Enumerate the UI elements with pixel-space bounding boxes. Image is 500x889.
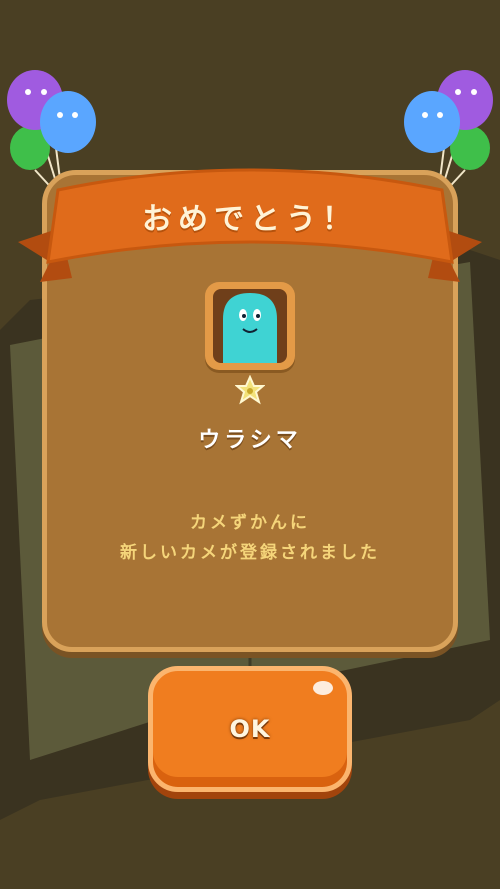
message-line-1: カメずかんに <box>190 513 310 533</box>
ok-button[interactable]: OK <box>148 666 352 792</box>
button-shine <box>313 681 333 695</box>
ok-button-label: OK <box>229 715 271 743</box>
character-portrait <box>205 282 295 370</box>
star-icon <box>235 375 265 405</box>
turtle-character-icon <box>223 293 277 363</box>
turtle-name: ウラシマ <box>198 428 302 453</box>
message-line-2: 新しいカメが登録されました <box>120 543 380 563</box>
dialog-title: おめでとう！ <box>142 202 358 237</box>
